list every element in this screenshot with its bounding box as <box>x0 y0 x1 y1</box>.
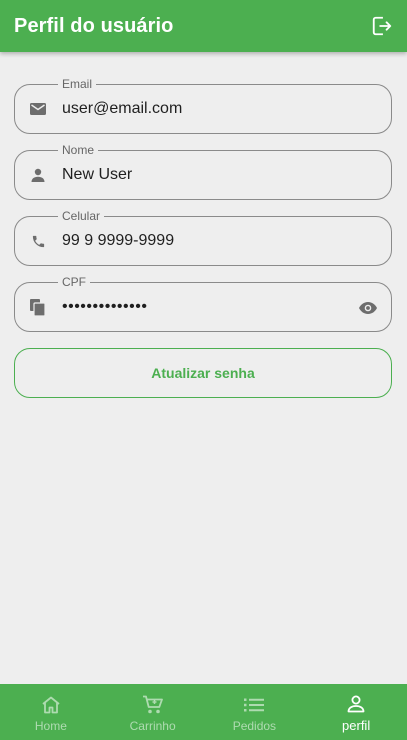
nav-label-perfil: perfil <box>342 718 371 733</box>
nome-label: Nome <box>58 143 99 157</box>
list-icon <box>242 694 266 716</box>
mail-icon <box>30 101 46 117</box>
cpf-input[interactable] <box>62 295 332 319</box>
nav-item-carrinho[interactable]: Carrinho <box>102 684 204 740</box>
email-field[interactable]: Email <box>14 77 392 134</box>
nome-field[interactable]: Nome <box>14 143 392 200</box>
phone-icon <box>30 233 46 249</box>
person-icon <box>30 167 46 183</box>
bottom-navigation: Home Carrinho Pedidos perfil <box>0 684 407 740</box>
cart-icon <box>141 694 165 716</box>
nav-label-home: Home <box>34 718 67 733</box>
update-password-button[interactable]: Atualizar senha <box>14 348 392 398</box>
copy-icon <box>30 298 46 316</box>
person-outline-icon <box>344 693 368 715</box>
nav-label-carrinho: Carrinho <box>129 718 176 733</box>
profile-form: Email Nome Celular CPF <box>14 77 392 398</box>
email-label: Email <box>58 77 97 91</box>
logout-button[interactable] <box>369 13 395 39</box>
page-title: Perfil do usuário <box>14 14 174 37</box>
app-bar: Perfil do usuário <box>0 0 407 52</box>
celular-input[interactable] <box>62 229 332 253</box>
nav-item-home[interactable]: Home <box>0 684 102 740</box>
eye-icon <box>359 302 377 314</box>
logout-icon <box>372 16 392 36</box>
cpf-label: CPF <box>58 275 90 289</box>
toggle-visibility-button[interactable] <box>358 298 378 318</box>
nav-label-pedidos: Pedidos <box>232 718 277 733</box>
nome-input[interactable] <box>62 163 332 187</box>
nav-item-perfil[interactable]: perfil <box>305 684 407 740</box>
celular-label: Celular <box>58 209 105 223</box>
email-input[interactable] <box>62 97 332 121</box>
home-icon <box>39 694 63 716</box>
nav-item-pedidos[interactable]: Pedidos <box>204 684 306 740</box>
cpf-field[interactable]: CPF <box>14 275 392 332</box>
celular-field[interactable]: Celular <box>14 209 392 266</box>
